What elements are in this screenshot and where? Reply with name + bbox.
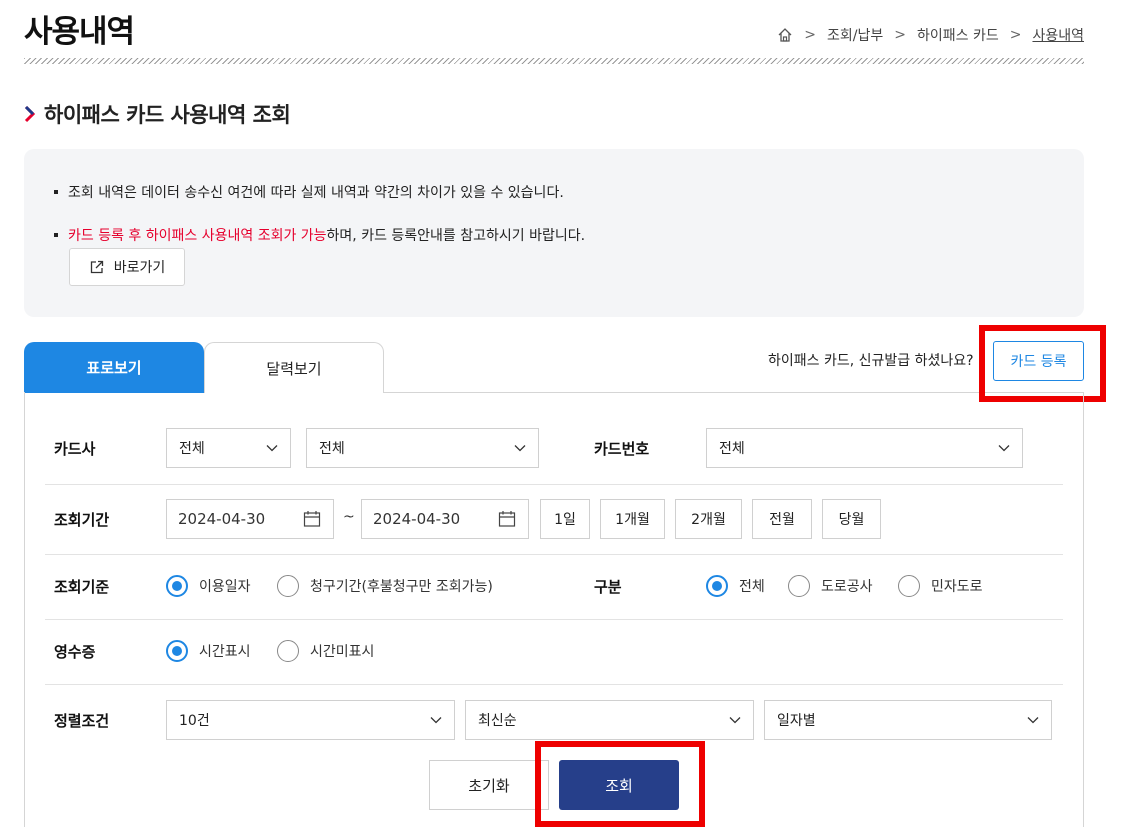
radio-checked-icon: [706, 575, 728, 597]
section-title: 하이패스 카드 사용내역 조회: [24, 99, 291, 129]
basis-usage-date-radio[interactable]: 이용일자: [166, 575, 251, 597]
radio-checked-icon: [166, 640, 188, 662]
calendar-icon[interactable]: [498, 510, 516, 528]
bullet-icon: [54, 233, 58, 237]
end-date-input[interactable]: 2024-04-30: [361, 499, 529, 539]
row-divider: [45, 554, 1063, 555]
period-last-month-button[interactable]: 전월: [752, 499, 812, 539]
card-type-select[interactable]: 전체: [306, 428, 539, 468]
row-divider: [45, 619, 1063, 620]
category-all-radio[interactable]: 전체: [706, 575, 765, 597]
breadcrumb-item-hipass-card[interactable]: 하이패스 카드: [917, 25, 999, 45]
chevron-down-icon: [266, 445, 278, 452]
sort-label: 정렬조건: [54, 712, 110, 730]
breadcrumb-separator-icon: >: [894, 27, 906, 43]
calendar-icon[interactable]: [303, 510, 321, 528]
radio-unchecked-icon: [788, 575, 810, 597]
breadcrumb-separator-icon: >: [1009, 27, 1022, 43]
notice-highlight: 카드 등록 후 하이패스 사용내역 조회가 가능: [68, 228, 327, 244]
breadcrumb-separator-icon: >: [804, 27, 817, 43]
period-label: 조회기간: [54, 511, 110, 529]
period-1day-button[interactable]: 1일: [540, 499, 590, 539]
card-number-label: 카드번호: [594, 440, 650, 458]
breadcrumb: > 조회/납부 > 하이패스 카드 > 사용내역: [777, 25, 1084, 45]
notice-line-2: 카드 등록 후 하이패스 사용내역 조회가 가능하며, 카드 등록안내를 참고하…: [54, 225, 585, 245]
breadcrumb-item-inquiry[interactable]: 조회/납부: [827, 25, 883, 45]
period-this-month-button[interactable]: 당월: [822, 499, 881, 539]
receipt-show-time-radio[interactable]: 시간표시: [166, 640, 251, 662]
section-title-text: 하이패스 카드 사용내역 조회: [44, 103, 291, 127]
notice-box: 조회 내역은 데이터 송수신 여건에 따라 실제 내역과 약간의 차이가 있을 …: [24, 149, 1084, 317]
header-divider: [24, 58, 1084, 64]
bullet-icon: [54, 190, 58, 194]
category-private-road-radio[interactable]: 민자도로: [898, 575, 983, 597]
card-company-select[interactable]: 전체: [166, 428, 291, 468]
card-register-button[interactable]: 카드 등록: [993, 341, 1084, 381]
start-date-input[interactable]: 2024-04-30: [166, 499, 334, 539]
row-divider: [45, 484, 1063, 485]
search-button[interactable]: 조회: [559, 760, 679, 810]
tab-table-view[interactable]: 표로보기: [24, 342, 204, 393]
sort-count-select[interactable]: 10건: [166, 700, 455, 740]
card-number-select[interactable]: 전체: [706, 428, 1023, 468]
reset-button[interactable]: 초기화: [429, 760, 549, 810]
register-question: 하이패스 카드, 신규발급 하셨나요?: [768, 353, 974, 369]
radio-unchecked-icon: [277, 640, 299, 662]
notice-line-1: 조회 내역은 데이터 송수신 여건에 따라 실제 내역과 약간의 차이가 있을 …: [54, 182, 564, 202]
chevron-down-icon: [729, 717, 741, 724]
sort-group-select[interactable]: 일자별: [764, 700, 1052, 740]
radio-unchecked-icon: [898, 575, 920, 597]
sort-order-select[interactable]: 최신순: [465, 700, 754, 740]
radio-checked-icon: [166, 575, 188, 597]
goto-button[interactable]: 바로가기: [69, 248, 185, 286]
basis-billing-period-radio[interactable]: 청구기간(후불청구만 조회가능): [277, 575, 493, 597]
chevron-down-icon: [998, 445, 1010, 452]
basis-label: 조회기준: [54, 578, 110, 596]
chevron-down-icon: [1027, 717, 1039, 724]
receipt-label: 영수증: [54, 643, 96, 661]
home-icon[interactable]: [777, 27, 793, 43]
period-2month-button[interactable]: 2개월: [675, 499, 742, 539]
page-title: 사용내역: [24, 14, 135, 50]
external-link-icon: [90, 260, 103, 274]
card-company-label: 카드사: [54, 440, 96, 458]
category-expressway-radio[interactable]: 도로공사: [788, 575, 873, 597]
chevron-right-icon: [24, 105, 36, 123]
tab-calendar-view[interactable]: 달력보기: [204, 342, 384, 393]
row-divider: [45, 684, 1063, 685]
radio-unchecked-icon: [277, 575, 299, 597]
date-range-separator: ~: [343, 509, 355, 525]
category-label: 구분: [594, 578, 622, 596]
breadcrumb-item-usage[interactable]: 사용내역: [1032, 25, 1084, 45]
period-1month-button[interactable]: 1개월: [600, 499, 665, 539]
chevron-down-icon: [430, 717, 442, 724]
receipt-hide-time-radio[interactable]: 시간미표시: [277, 640, 374, 662]
chevron-down-icon: [514, 445, 526, 452]
